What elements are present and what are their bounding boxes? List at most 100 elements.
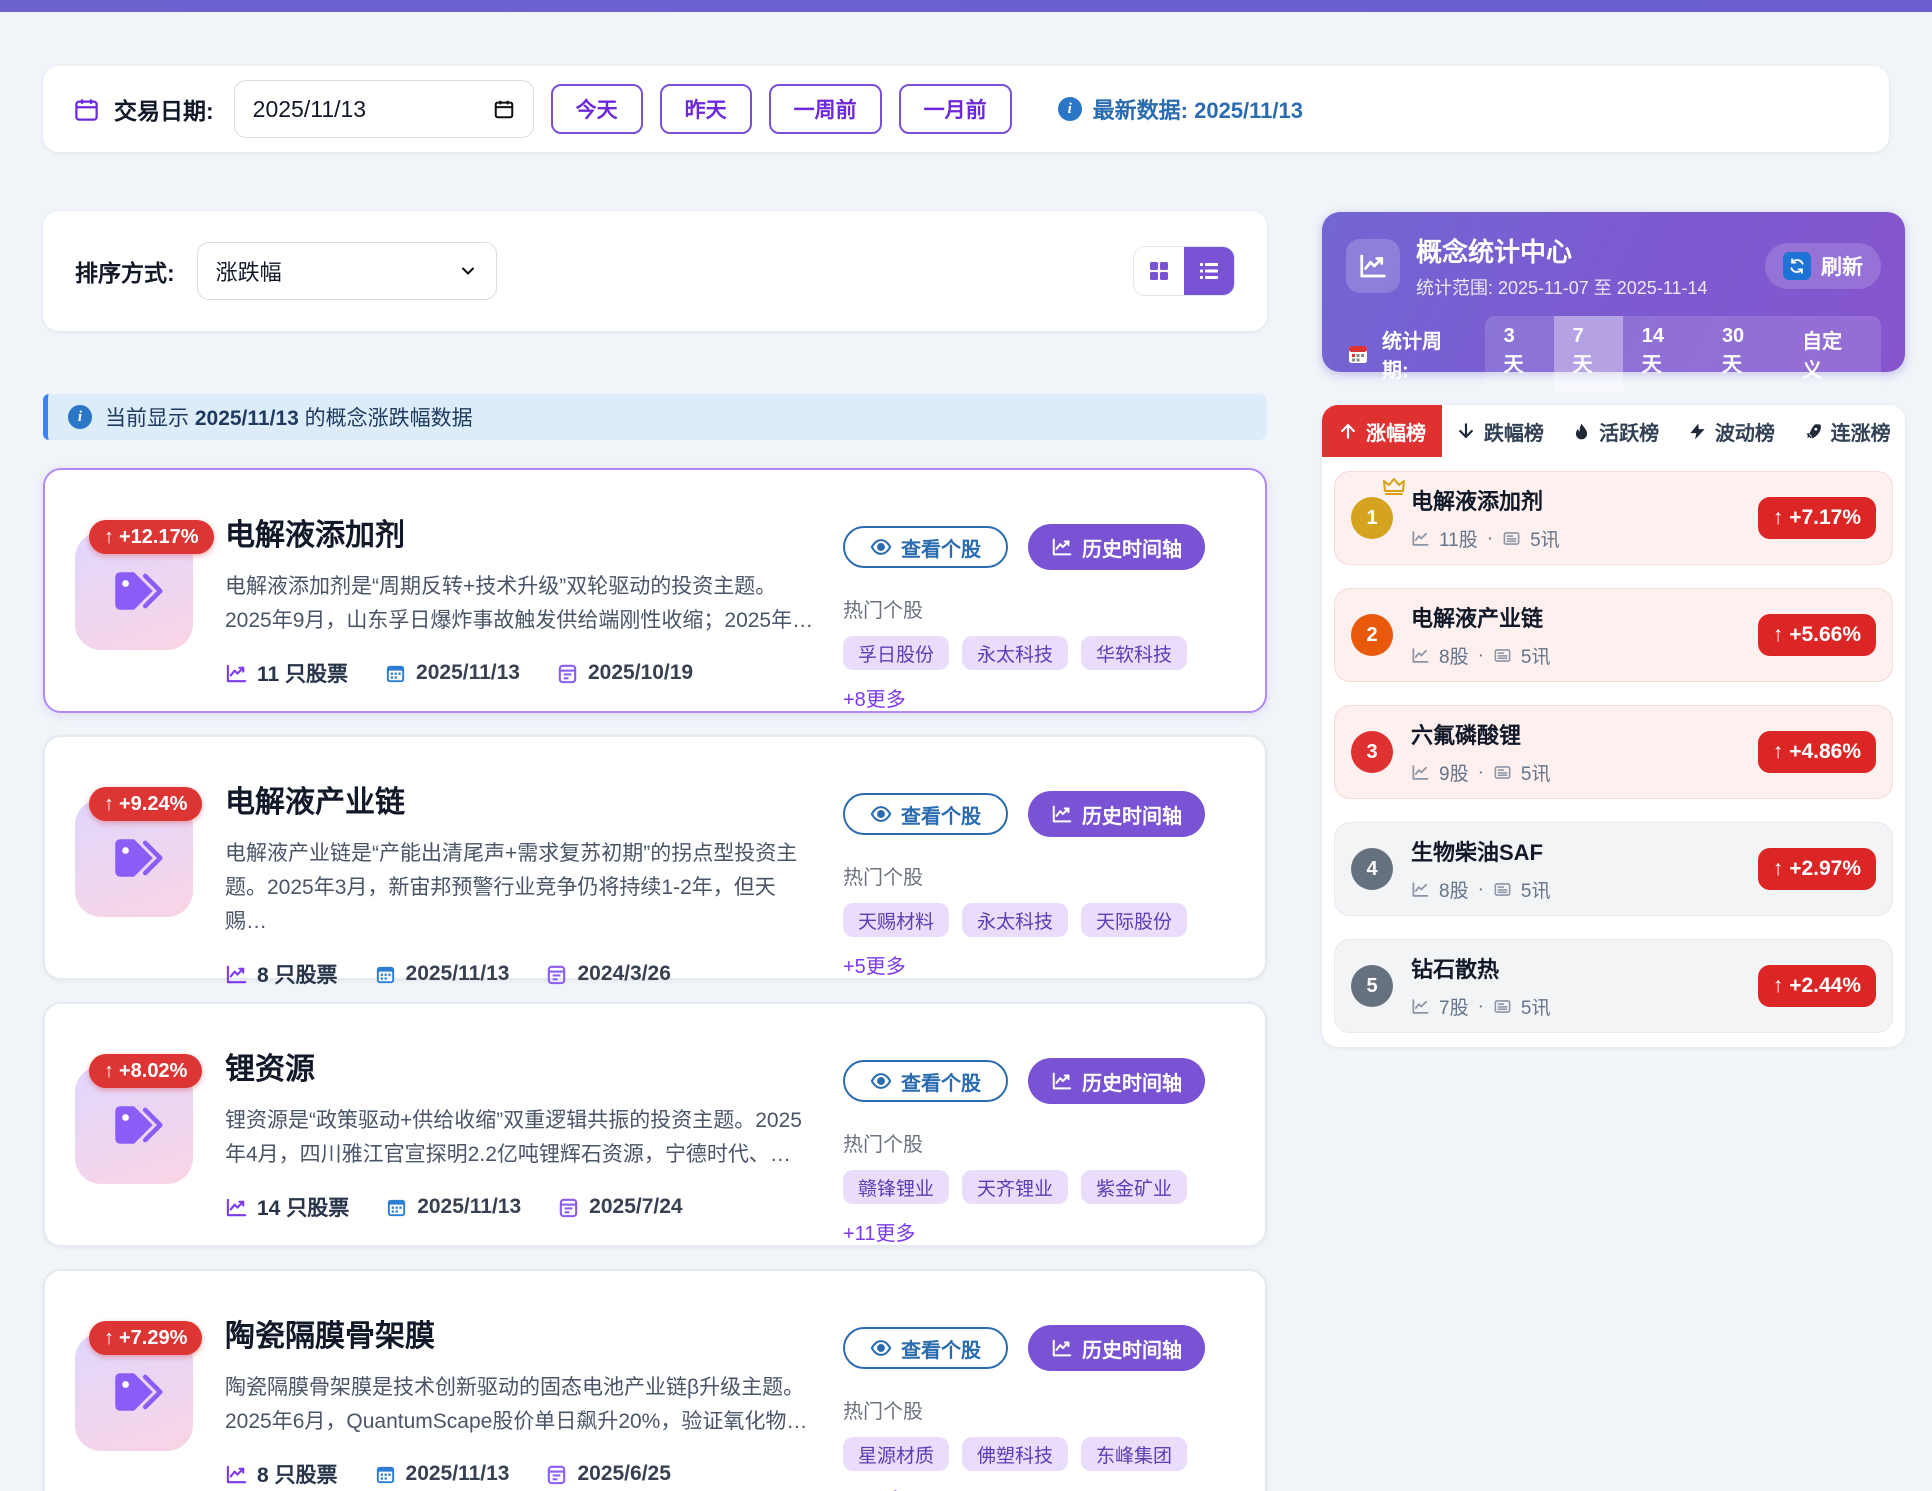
concept-icon-tile: ↑ +9.24% — [75, 799, 197, 950]
date-input[interactable]: 2025/11/13 — [234, 80, 534, 138]
change-badge: ↑ +7.29% — [89, 1321, 202, 1355]
stock-tag[interactable]: 永太科技 — [962, 903, 1068, 937]
history-timeline-button[interactable]: 历史时间轴 — [1028, 524, 1205, 570]
hot-stocks-label: 热门个股 — [843, 1395, 1235, 1424]
latest-data-info: i 最新数据: 2025/11/13 — [1058, 93, 1303, 125]
rank-item[interactable]: 2 电解液产业链 8股 · 5讯 ↑ — [1334, 588, 1893, 682]
card-actions: 查看个股 历史时间轴 — [843, 791, 1235, 837]
history-timeline-button[interactable]: 历史时间轴 — [1028, 1058, 1205, 1104]
arrow-up-icon: ↑ — [1773, 857, 1784, 881]
concept-card[interactable]: ↑ +8.02% 锂资源 锂资源是“政策驱动+供给收缩”双重逻辑共振的投资主题。… — [43, 1002, 1267, 1247]
view-stocks-button[interactable]: 查看个股 — [843, 1060, 1008, 1102]
stock-tag[interactable]: 天赐材料 — [843, 903, 949, 937]
lightning-icon — [1688, 422, 1707, 441]
info-icon: i — [68, 405, 92, 429]
chart-line-icon — [225, 662, 248, 685]
refresh-button[interactable]: 刷新 — [1765, 243, 1881, 289]
arrow-up-icon: ↑ — [104, 1060, 114, 1083]
view-stocks-button[interactable]: 查看个股 — [843, 1327, 1008, 1369]
concept-description: 陶瓷隔膜骨架膜是技术创新驱动的固态电池产业链β升级主题。2025年6月，Quan… — [225, 1371, 815, 1439]
trade-date-label: 交易日期: — [114, 92, 214, 126]
rank-sub-stats: 8股 · 5讯 — [1411, 642, 1550, 669]
period-14d[interactable]: 14天 — [1623, 316, 1703, 392]
concept-stats: 8 只股票 2025/11/13 2025/6/25 — [225, 1459, 815, 1489]
rank-item[interactable]: 1 电解液添加剂 11股 · 5讯 ↑ — [1334, 471, 1893, 565]
more-stocks-link[interactable]: +5更多 — [843, 950, 906, 979]
rank-news-count: 5讯 — [1521, 759, 1551, 786]
stock-tag[interactable]: 天际股份 — [1081, 903, 1187, 937]
rank-news-count: 5讯 — [1521, 876, 1551, 903]
refresh-icon — [1783, 252, 1811, 280]
concept-card[interactable]: ↑ +7.29% 陶瓷隔膜骨架膜 陶瓷隔膜骨架膜是技术创新驱动的固态电池产业链β… — [43, 1269, 1267, 1491]
stock-tag[interactable]: 华软科技 — [1081, 636, 1187, 670]
stock-tag[interactable]: 永太科技 — [962, 636, 1068, 670]
eye-icon — [870, 536, 892, 558]
view-stocks-button[interactable]: 查看个股 — [843, 526, 1008, 568]
rank-item[interactable]: 5 钻石散热 7股 · 5讯 ↑ — [1334, 939, 1893, 1033]
concept-icon-tile: ↑ +7.29% — [75, 1333, 197, 1484]
sort-bar: 排序方式: 涨跌幅 — [43, 211, 1267, 331]
rank-sub-stats: 8股 · 5讯 — [1411, 876, 1550, 903]
period-7d[interactable]: 7天 — [1554, 316, 1623, 392]
concept-card-side: 查看个股 历史时间轴 热门个股 赣锋锂业 天齐锂业 紫金矿业 — [843, 1032, 1235, 1217]
change-badge: ↑ +9.24% — [89, 787, 202, 821]
rank-item[interactable]: 3 六氟磷酸锂 9股 · 5讯 ↑ — [1334, 705, 1893, 799]
concept-date-stat: 2025/6/25 — [545, 1462, 670, 1486]
history-timeline-button[interactable]: 历史时间轴 — [1028, 1325, 1205, 1371]
calendar-blue-icon — [374, 963, 397, 986]
rank-concept-name: 电解液添加剂 — [1411, 489, 1543, 514]
list-view-button[interactable] — [1184, 247, 1234, 295]
more-stocks-link[interactable]: +11更多 — [843, 1217, 915, 1246]
more-stocks-link[interactable]: +5更多 — [843, 1484, 906, 1491]
rank-item[interactable]: 4 生物柴油SAF 8股 · 5讯 ↑ — [1334, 822, 1893, 916]
arrow-up-icon: ↑ — [1773, 506, 1784, 530]
rank-change-value: +2.97% — [1789, 857, 1861, 881]
stock-tag[interactable]: 东峰集团 — [1081, 1437, 1187, 1471]
trade-date-stat: 2025/11/13 — [374, 1462, 510, 1486]
quick-button-yesterday[interactable]: 昨天 — [660, 84, 752, 134]
stock-tag[interactable]: 赣锋锂业 — [843, 1170, 949, 1204]
tab-streak[interactable]: 连涨榜 — [1789, 405, 1905, 457]
tab-losers[interactable]: 跌幅榜 — [1442, 405, 1558, 457]
tab-active[interactable]: 活跃榜 — [1558, 405, 1674, 457]
calendar-icon — [73, 96, 100, 123]
stock-tag[interactable]: 紫金矿业 — [1081, 1170, 1187, 1204]
hot-stock-tags: 天赐材料 永太科技 天际股份 +5更多 — [843, 903, 1235, 979]
stock-tag[interactable]: 星源材质 — [843, 1437, 949, 1471]
more-stocks-link[interactable]: +8更多 — [843, 683, 906, 712]
news-icon — [1493, 763, 1512, 782]
concept-card-body: 电解液产业链 电解液产业链是“产能出清尾声+需求复苏初期”的拐点型投资主题。20… — [225, 765, 815, 950]
rank-concept-name: 电解液产业链 — [1411, 606, 1543, 631]
tab-volatility[interactable]: 波动榜 — [1674, 405, 1790, 457]
rank-change-badge: ↑ +4.86% — [1758, 731, 1876, 773]
change-value: +7.29% — [119, 1327, 187, 1350]
rank-concept-name: 生物柴油SAF — [1411, 840, 1543, 865]
quick-button-week-ago[interactable]: 一周前 — [769, 84, 882, 134]
rank-sub-stats: 11股 · 5讯 — [1411, 525, 1560, 552]
concept-card[interactable]: ↑ +9.24% 电解液产业链 电解液产业链是“产能出清尾声+需求复苏初期”的拐… — [43, 735, 1267, 980]
eye-icon — [870, 1070, 892, 1092]
concept-card-body: 电解液添加剂 电解液添加剂是“周期反转+技术升级”双轮驱动的投资主题。2025年… — [225, 498, 815, 683]
date-picker-icon[interactable] — [493, 98, 515, 120]
quick-button-month-ago[interactable]: 一月前 — [899, 84, 1012, 134]
sort-select[interactable]: 涨跌幅 — [197, 242, 497, 300]
quick-button-today[interactable]: 今天 — [551, 84, 643, 134]
concept-card-side: 查看个股 历史时间轴 热门个股 星源材质 佛塑科技 东峰集团 — [843, 1299, 1235, 1484]
concept-icon-tile: ↑ +12.17% — [75, 532, 197, 683]
grid-view-button[interactable] — [1134, 247, 1184, 295]
stock-tag[interactable]: 孚日股份 — [843, 636, 949, 670]
tab-gainers[interactable]: 涨幅榜 — [1322, 405, 1442, 457]
card-actions: 查看个股 历史时间轴 — [843, 1058, 1235, 1104]
history-timeline-button[interactable]: 历史时间轴 — [1028, 791, 1205, 837]
main-column: 排序方式: 涨跌幅 i 当前显示 2025/11/13 的概念涨跌幅数据 — [43, 211, 1267, 1491]
period-custom[interactable]: 自定义 — [1783, 316, 1881, 392]
stock-tag[interactable]: 天齐锂业 — [962, 1170, 1068, 1204]
concept-card[interactable]: ↑ +12.17% 电解液添加剂 电解液添加剂是“周期反转+技术升级”双轮驱动的… — [43, 468, 1267, 713]
stock-tag[interactable]: 佛塑科技 — [962, 1437, 1068, 1471]
rank-info: 生物柴油SAF 8股 · 5讯 — [1411, 835, 1550, 903]
period-30d[interactable]: 30天 — [1703, 316, 1783, 392]
chart-line-icon — [1051, 1337, 1073, 1359]
period-3d[interactable]: 3天 — [1485, 316, 1554, 392]
view-stocks-button[interactable]: 查看个股 — [843, 793, 1008, 835]
concept-description: 锂资源是“政策驱动+供给收缩”双重逻辑共振的投资主题。2025年4月，四川雅江官… — [225, 1104, 815, 1172]
